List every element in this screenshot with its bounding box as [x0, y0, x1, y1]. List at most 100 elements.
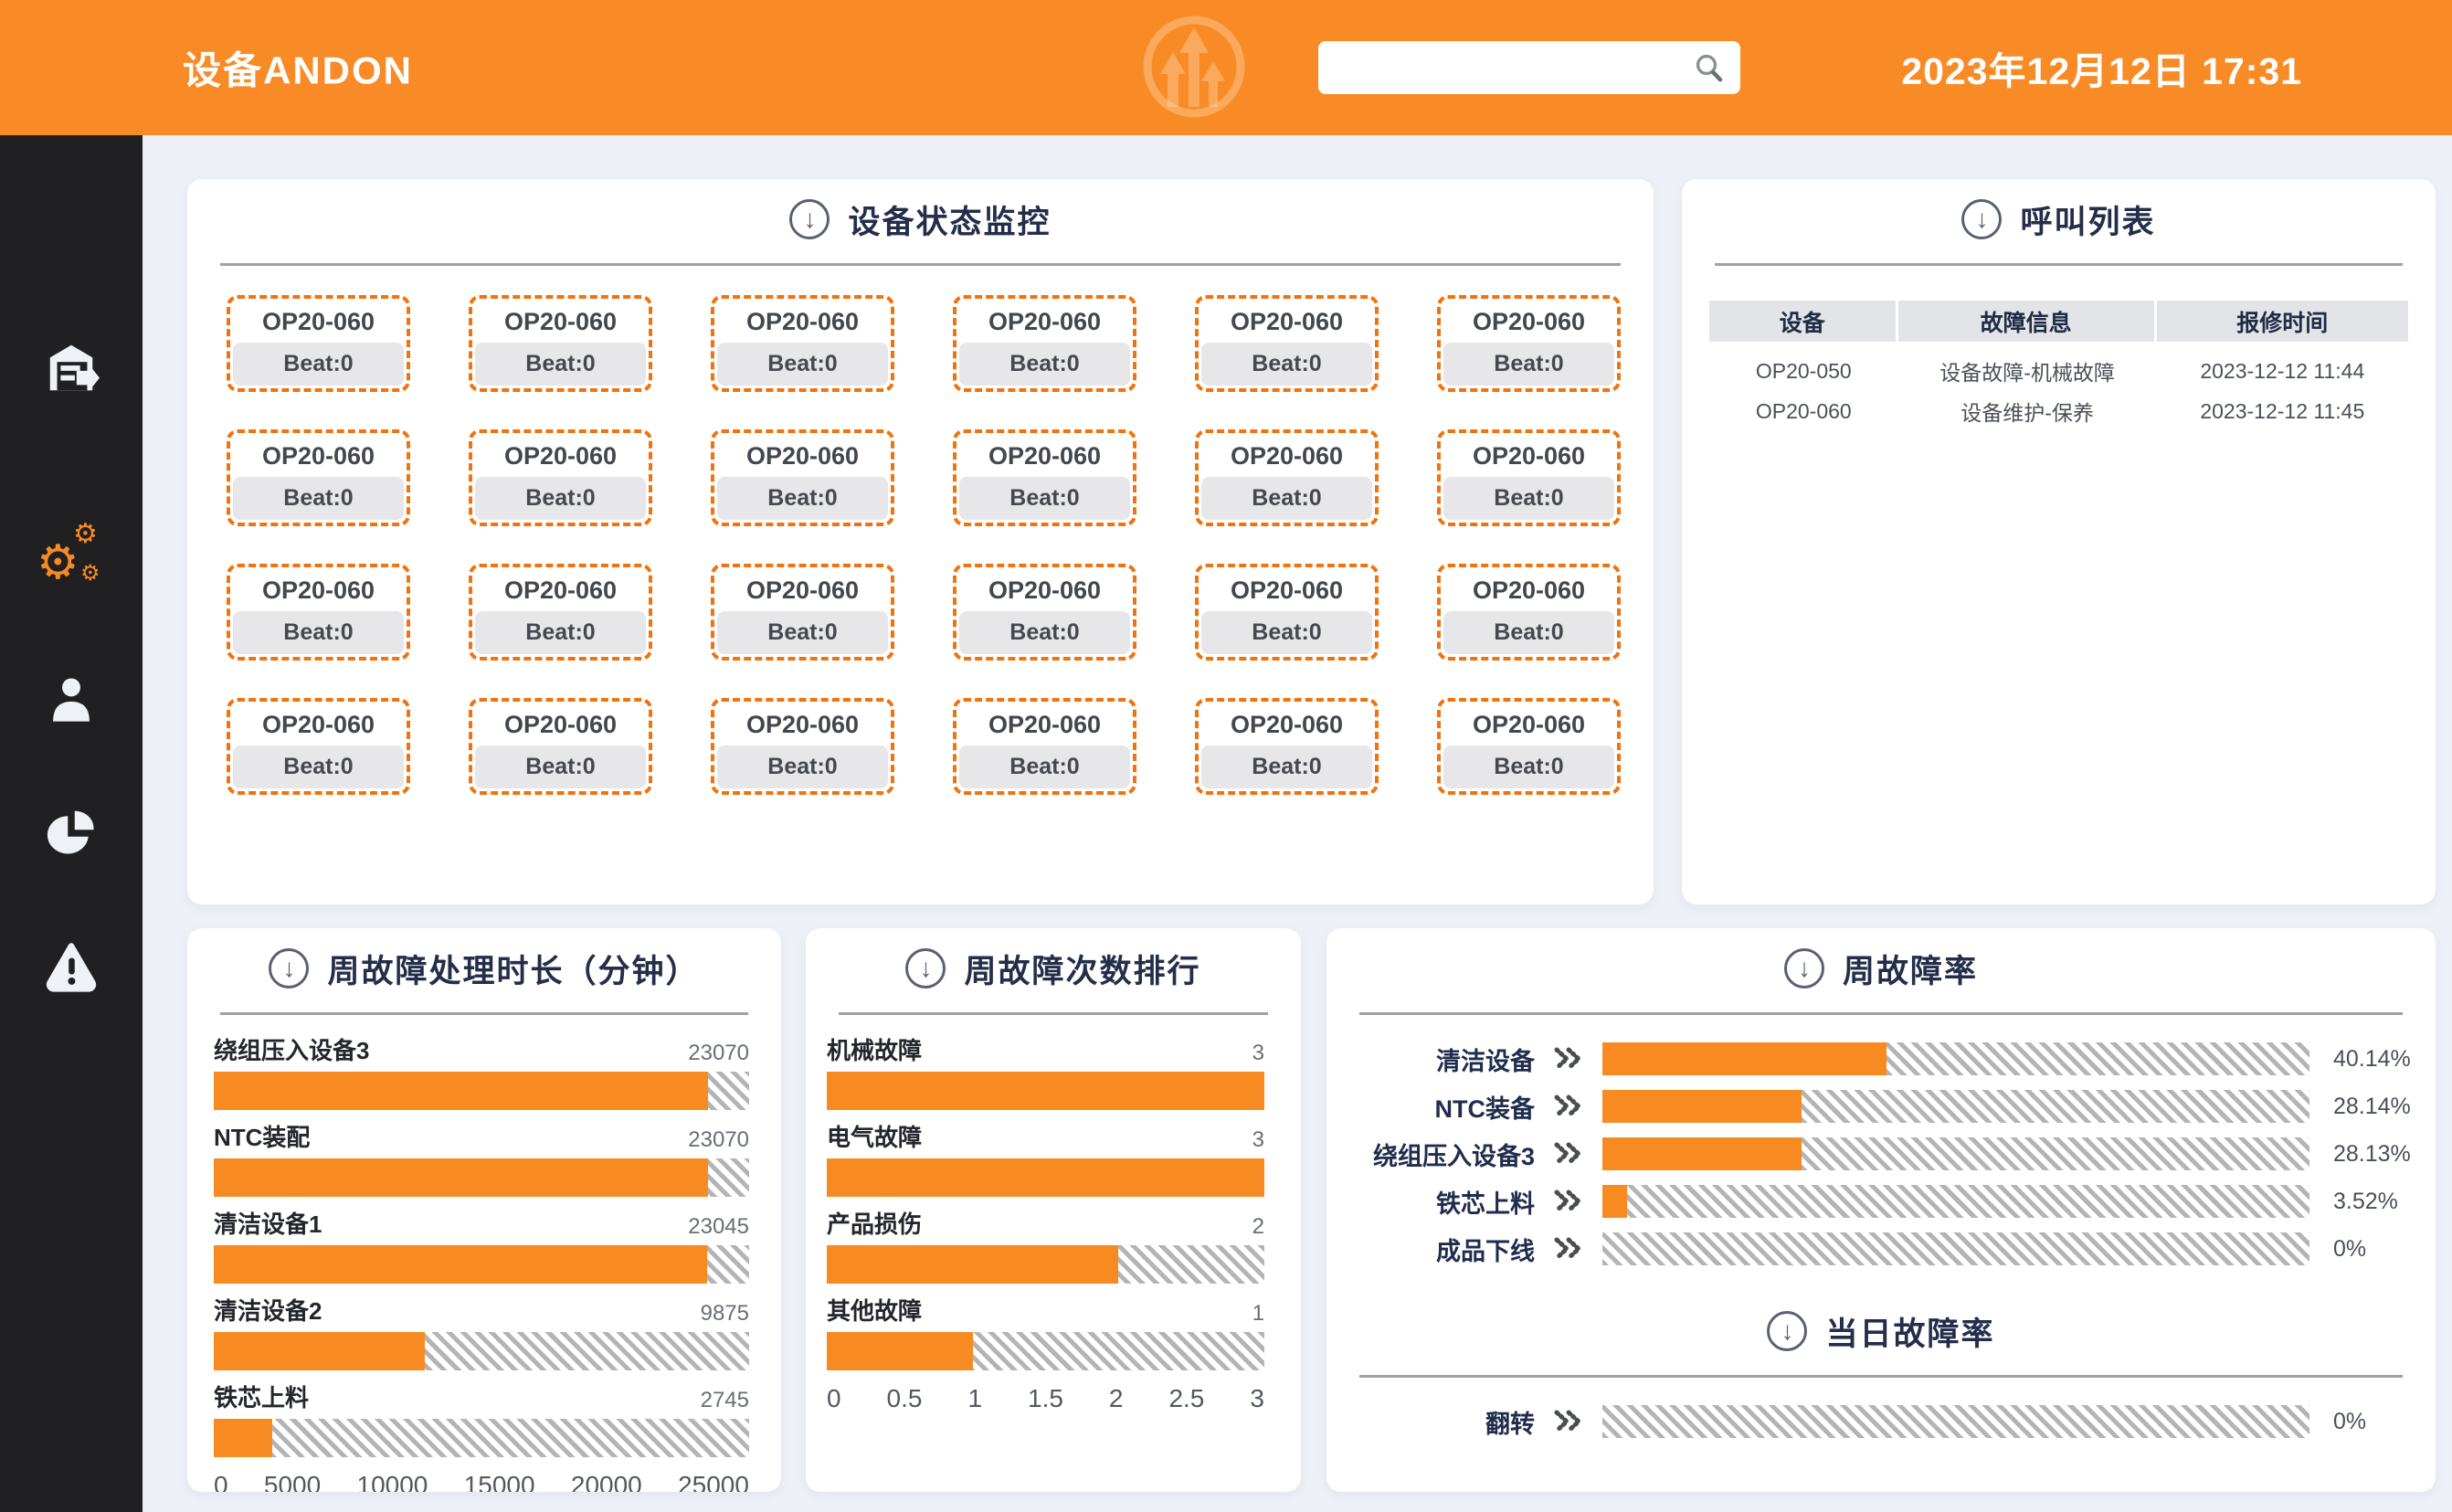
bar-track — [827, 1158, 1264, 1197]
device-name: OP20-060 — [233, 570, 404, 611]
device-card[interactable]: OP20-060Beat:0 — [469, 564, 652, 661]
device-card[interactable]: OP20-060Beat:0 — [227, 295, 410, 392]
call-table-row[interactable]: OP20-060设备维护-保养2023-12-12 11:45 — [1709, 391, 2408, 431]
bar-value: 3 — [1252, 1041, 1264, 1066]
call-cell: 2023-12-12 11:44 — [2157, 351, 2408, 391]
bar-label: 清洁设备2 — [214, 1293, 322, 1327]
fault-rate-panel: ↓ 周故障率 清洁设备40.14% NTC装备28.14% 绕组压入设备3 28.13… — [1326, 928, 2436, 1492]
bar-label: 清洁设备1 — [214, 1206, 322, 1240]
sidebar-nav: ⚙ ⚙ ⚙ — [0, 135, 143, 1512]
dotted-arrow-icon — [1535, 1093, 1602, 1120]
bar-value: 23070 — [688, 1127, 749, 1153]
circle-down-icon: ↓ — [269, 948, 309, 989]
device-card[interactable]: OP20-060Beat:0 — [953, 564, 1136, 661]
device-card[interactable]: OP20-060Beat:0 — [227, 429, 410, 526]
divider — [1359, 1012, 2403, 1015]
device-beat: Beat:0 — [1443, 343, 1614, 386]
device-name: OP20-060 — [959, 436, 1130, 477]
device-grid: OP20-060Beat:0OP20-060Beat:0OP20-060Beat… — [227, 295, 1621, 795]
axis-tick: 5000 — [264, 1471, 321, 1492]
bar-fill — [214, 1332, 425, 1370]
day-rate-rows: 翻转 0% — [1326, 1405, 2436, 1438]
device-beat: Beat:0 — [1201, 477, 1372, 520]
device-card[interactable]: OP20-060Beat:0 — [953, 698, 1136, 795]
bar-value: 23070 — [688, 1041, 749, 1066]
rate-label: 翻转 — [1326, 1404, 1535, 1440]
device-card[interactable]: OP20-060Beat:0 — [469, 295, 652, 392]
panel-header: ↓ 设备状态监控 — [187, 179, 1654, 239]
bar-value: 1 — [1252, 1301, 1264, 1327]
count-axis: 00.511.522.53 — [827, 1384, 1264, 1413]
device-card[interactable]: OP20-060Beat:0 — [227, 698, 410, 795]
call-table: 设备故障信息报修时间 OP20-050设备故障-机械故障2023-12-12 1… — [1709, 301, 2408, 431]
device-card[interactable]: OP20-060Beat:0 — [1437, 429, 1621, 526]
device-card[interactable]: OP20-060Beat:0 — [1195, 564, 1379, 661]
device-card[interactable]: OP20-060Beat:0 — [469, 698, 652, 795]
call-table-row[interactable]: OP20-050设备故障-机械故障2023-12-12 11:44 — [1709, 351, 2408, 391]
device-card[interactable]: OP20-060Beat:0 — [1195, 698, 1379, 795]
rate-value: 28.13% — [2333, 1141, 2411, 1168]
device-card[interactable]: OP20-060Beat:0 — [1437, 698, 1621, 795]
device-name: OP20-060 — [475, 704, 646, 745]
bar-fill — [827, 1072, 1264, 1110]
bar-group: 绕组压入设备323070 — [214, 1037, 749, 1110]
bar-group: 其他故障1 — [827, 1297, 1264, 1370]
device-card[interactable]: OP20-060Beat:0 — [1437, 295, 1621, 392]
device-card[interactable]: OP20-060Beat:0 — [953, 295, 1136, 392]
panel-header: ↓ 周故障率 — [1326, 928, 2436, 989]
axis-tick: 2.5 — [1168, 1384, 1204, 1413]
user-icon — [45, 673, 98, 726]
dotted-arrow-icon — [1535, 1188, 1602, 1215]
device-name: OP20-060 — [1201, 704, 1372, 745]
device-name: OP20-060 — [717, 704, 888, 745]
rate-row: NTC装备28.14% — [1326, 1090, 2436, 1123]
rate-value: 0% — [2333, 1236, 2366, 1263]
device-beat: Beat:0 — [1443, 745, 1614, 788]
duration-bars: 绕组压入设备323070NTC装配23070清洁设备123045清洁设备2987… — [214, 1037, 749, 1457]
dotted-arrow-icon — [1535, 1140, 1602, 1168]
sidebar-item-users[interactable] — [37, 665, 106, 735]
panel-title: 设备状态监控 — [848, 196, 1051, 243]
call-cell: 2023-12-12 11:45 — [2157, 391, 2408, 431]
device-name: OP20-060 — [1201, 436, 1372, 477]
sidebar-item-equipment-active[interactable]: ⚙ ⚙ ⚙ — [37, 519, 106, 588]
dotted-arrow-icon — [1535, 1408, 1602, 1435]
rate-track — [1602, 1232, 2309, 1265]
search-icon[interactable] — [1691, 49, 1728, 86]
device-beat: Beat:0 — [959, 611, 1130, 654]
sidebar-item-workshop[interactable] — [37, 333, 106, 402]
rate-row: 清洁设备40.14% — [1326, 1042, 2436, 1075]
warning-icon — [44, 939, 99, 994]
device-card[interactable]: OP20-060Beat:0 — [953, 429, 1136, 526]
call-header-cell: 报修时间 — [2157, 301, 2408, 342]
search-input[interactable] — [1337, 41, 1691, 94]
bar-head: 铁芯上料2745 — [214, 1384, 749, 1413]
device-card[interactable]: OP20-060Beat:0 — [227, 564, 410, 661]
bar-track — [827, 1332, 1264, 1370]
device-card[interactable]: OP20-060Beat:0 — [711, 698, 894, 795]
device-name: OP20-060 — [1443, 570, 1614, 611]
device-card[interactable]: OP20-060Beat:0 — [1195, 295, 1379, 392]
rate-track — [1602, 1405, 2309, 1438]
rate-value: 0% — [2333, 1409, 2366, 1435]
sidebar-item-stats[interactable] — [37, 798, 106, 868]
device-name: OP20-060 — [475, 301, 646, 343]
week-count-panel: ↓ 周故障次数排行 机械故障3电气故障3产品损伤2其他故障1 00.511.52… — [806, 928, 1301, 1492]
device-card[interactable]: OP20-060Beat:0 — [711, 295, 894, 392]
device-card[interactable]: OP20-060Beat:0 — [1195, 429, 1379, 526]
bar-fill — [214, 1072, 708, 1110]
device-card[interactable]: OP20-060Beat:0 — [469, 429, 652, 526]
rate-label: 绕组压入设备3 — [1326, 1137, 1535, 1172]
device-card[interactable]: OP20-060Beat:0 — [711, 564, 894, 661]
sidebar-item-alerts[interactable] — [37, 932, 106, 1001]
call-cell: OP20-050 — [1709, 351, 1898, 391]
bar-label: 绕组压入设备3 — [214, 1032, 369, 1066]
rate-label: 成品下线 — [1326, 1232, 1535, 1267]
bar-group: 铁芯上料2745 — [214, 1384, 749, 1457]
device-name: OP20-060 — [475, 570, 646, 611]
rate-label: NTC装备 — [1326, 1089, 1535, 1125]
device-card[interactable]: OP20-060Beat:0 — [1437, 564, 1621, 661]
device-card[interactable]: OP20-060Beat:0 — [711, 429, 894, 526]
bar-group: 电气故障3 — [827, 1124, 1264, 1197]
device-beat: Beat:0 — [475, 745, 646, 788]
